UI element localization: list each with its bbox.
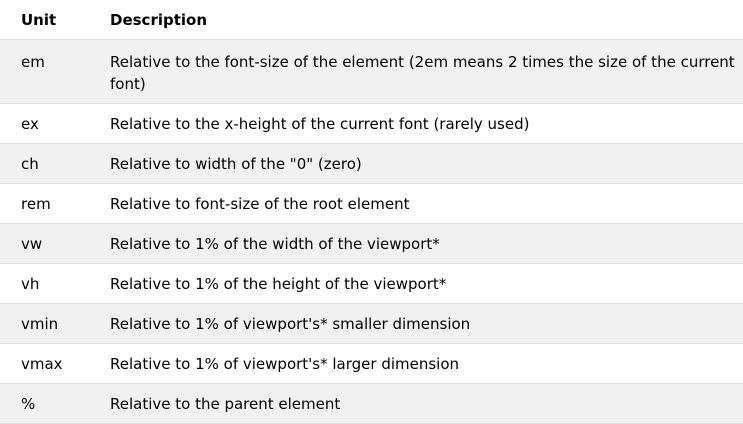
table-row: em Relative to the font-size of the elem… xyxy=(0,39,743,103)
table-row: ex Relative to the x-height of the curre… xyxy=(0,103,743,143)
description-cell: Relative to 1% of viewport's* larger dim… xyxy=(110,354,460,373)
header-row: Unit Description xyxy=(0,0,743,39)
unit-cell: rem xyxy=(21,194,51,213)
description-cell: Relative to 1% of the width of the viewp… xyxy=(110,234,440,253)
description-cell: Relative to the parent element xyxy=(110,394,341,413)
description-cell: Relative to 1% of the height of the view… xyxy=(110,274,447,293)
description-cell: Relative to 1% of viewport's* smaller di… xyxy=(110,314,471,333)
description-column-header: Description xyxy=(110,11,208,29)
description-cell: Relative to the x-height of the current … xyxy=(110,114,530,133)
table-row: vmin Relative to 1% of viewport's* small… xyxy=(0,303,743,343)
unit-cell: em xyxy=(21,52,45,71)
unit-cell: vmin xyxy=(21,314,59,333)
unit-cell: vmax xyxy=(21,354,63,373)
table-body: em Relative to the font-size of the elem… xyxy=(0,39,743,423)
units-table: Unit Description em Relative to the font… xyxy=(0,0,743,424)
unit-column-header: Unit xyxy=(21,11,57,29)
unit-cell: vh xyxy=(21,274,40,293)
table-row: % Relative to the parent element xyxy=(0,383,743,423)
unit-cell: vw xyxy=(21,234,43,253)
table-row: vw Relative to 1% of the width of the vi… xyxy=(0,223,743,263)
table-row: vh Relative to 1% of the height of the v… xyxy=(0,263,743,303)
unit-cell: % xyxy=(21,394,36,413)
table-header: Unit Description xyxy=(0,0,743,39)
table-row: vmax Relative to 1% of viewport's* large… xyxy=(0,343,743,383)
description-cell: Relative to width of the "0" (zero) xyxy=(110,154,362,173)
unit-cell: ch xyxy=(21,154,39,173)
unit-cell: ex xyxy=(21,114,39,133)
table-row: ch Relative to width of the "0" (zero) xyxy=(0,143,743,183)
table-row: rem Relative to font-size of the root el… xyxy=(0,183,743,223)
description-cell: Relative to font-size of the root elemen… xyxy=(110,194,410,213)
description-cell: Relative to the font-size of the element… xyxy=(110,52,735,93)
